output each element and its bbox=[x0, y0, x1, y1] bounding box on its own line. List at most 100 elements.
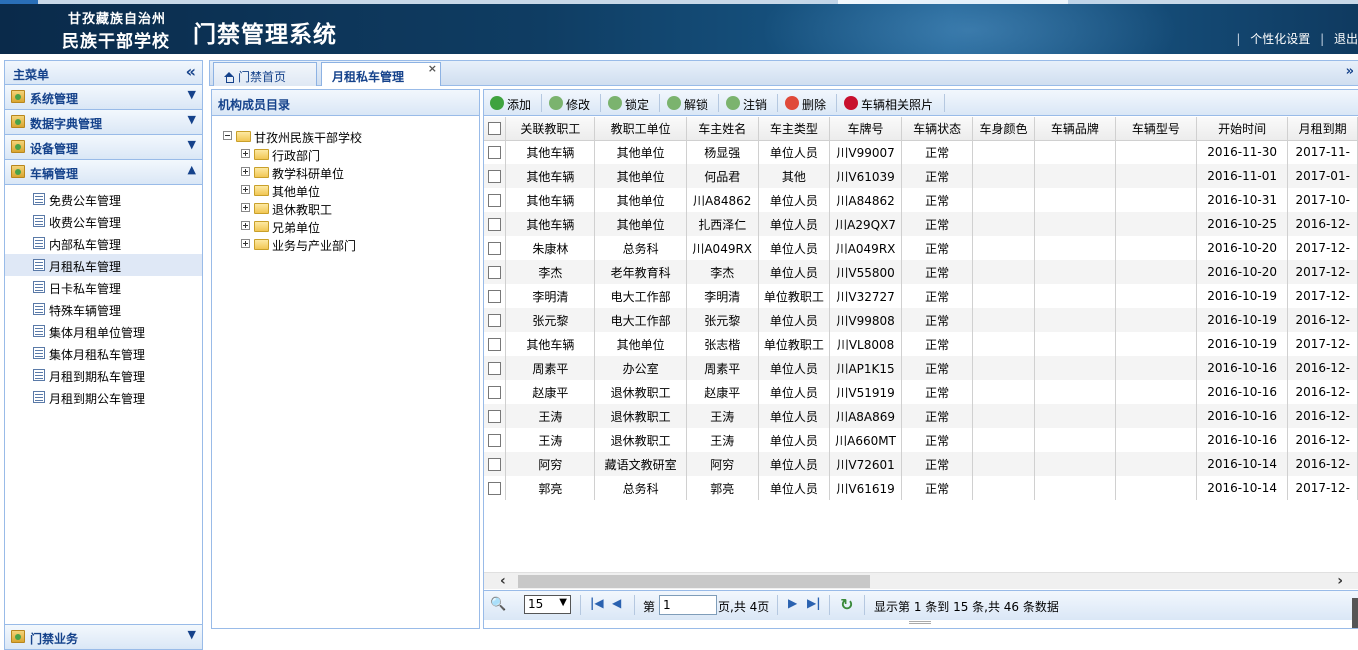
tree-node[interactable]: 退休教职工 bbox=[241, 200, 421, 218]
expand-icon[interactable] bbox=[241, 185, 250, 194]
horizontal-scrollbar[interactable]: ‹ › bbox=[484, 572, 1358, 589]
table-row[interactable]: 朱康林 总务科 川A049RX 单位人员 川A049RX 正常 2016-10-20 2017… bbox=[484, 236, 1358, 260]
column-header[interactable]: 月租到期 bbox=[1287, 117, 1358, 141]
row-checkbox[interactable] bbox=[484, 212, 507, 236]
table-row[interactable]: 李明清 电大工作部 李明清 单位教职工 川V32727 正常 2016-10-19 2017-… bbox=[484, 284, 1358, 308]
search-icon[interactable]: 🔍 bbox=[490, 597, 506, 612]
close-icon[interactable]: × bbox=[428, 62, 437, 75]
row-checkbox[interactable] bbox=[484, 260, 507, 284]
page-number-input[interactable]: 1 bbox=[659, 595, 717, 615]
row-checkbox[interactable] bbox=[484, 140, 507, 164]
next-page-icon[interactable]: ▶ bbox=[788, 596, 797, 610]
sidebar-item-daily-private-car[interactable]: 日卡私车管理 bbox=[5, 276, 202, 298]
row-checkbox[interactable] bbox=[484, 308, 507, 332]
tree-node[interactable]: 其他单位 bbox=[241, 182, 421, 200]
vehicle-photos-button[interactable]: 车辆相关照片 bbox=[844, 94, 933, 112]
collapse-icon[interactable] bbox=[223, 131, 232, 140]
sidebar-item-special-vehicle[interactable]: 特殊车辆管理 bbox=[5, 298, 202, 320]
table-row[interactable]: 赵康平 退休教职工 赵康平 单位人员 川V51919 正常 2016-10-16 2016-1… bbox=[484, 380, 1358, 404]
tree-node[interactable]: 行政部门 bbox=[241, 146, 421, 164]
column-header[interactable]: 车辆品牌 bbox=[1034, 117, 1116, 141]
scroll-left-icon[interactable]: ‹ bbox=[500, 573, 506, 589]
column-header[interactable]: 关联教职工 bbox=[505, 117, 596, 141]
sidebar-item-expired-private-car[interactable]: 月租到期私车管理 bbox=[5, 364, 202, 386]
expand-icon[interactable] bbox=[241, 239, 250, 248]
table-row[interactable]: 其他车辆 其他单位 扎西泽仁 单位人员 川A29QX7 正常 2016-10-25 2016-… bbox=[484, 212, 1358, 236]
table-row[interactable]: 阿穷 藏语文教研室 阿穷 单位人员 川V72601 正常 2016-10-14 2016-12… bbox=[484, 452, 1358, 476]
tab-home[interactable]: 门禁首页 bbox=[213, 62, 317, 86]
column-header[interactable]: 车辆型号 bbox=[1115, 117, 1197, 141]
lock-button[interactable]: 锁定 bbox=[608, 94, 649, 112]
row-checkbox[interactable] bbox=[484, 236, 507, 260]
row-checkbox[interactable] bbox=[484, 356, 507, 380]
tab-monthly-private-car[interactable]: 月租私车管理 × bbox=[321, 62, 441, 86]
row-checkbox[interactable] bbox=[484, 476, 507, 500]
row-checkbox[interactable] bbox=[484, 284, 507, 308]
tree-node[interactable]: 业务与产业部门 bbox=[241, 236, 421, 254]
panel-splitter[interactable] bbox=[909, 621, 931, 624]
sidebar-item-group-monthly-private-car[interactable]: 集体月租私车管理 bbox=[5, 342, 202, 364]
table-row[interactable]: 其他车辆 其他单位 何品君 其他 川V61039 正常 2016-11-01 2017-01- bbox=[484, 164, 1358, 188]
column-header[interactable]: 车牌号 bbox=[829, 117, 902, 141]
prev-page-icon[interactable]: ◀ bbox=[612, 596, 621, 610]
column-header[interactable]: 开始时间 bbox=[1196, 117, 1289, 141]
table-row[interactable]: 王涛 退休教职工 王涛 单位人员 川A660MT 正常 2016-10-16 2016-12- bbox=[484, 428, 1358, 452]
scroll-right-icon[interactable]: › bbox=[1337, 573, 1343, 589]
menu-system-management[interactable]: 系统管理 ▼ bbox=[5, 85, 202, 110]
row-checkbox[interactable] bbox=[484, 452, 507, 476]
menu-access-business[interactable]: 门禁业务 ▼ bbox=[5, 624, 202, 649]
expand-icon[interactable] bbox=[241, 221, 250, 230]
menu-device-management[interactable]: 设备管理 ▼ bbox=[5, 135, 202, 160]
row-checkbox[interactable] bbox=[484, 428, 507, 452]
last-page-icon[interactable]: ▶| bbox=[807, 596, 821, 610]
expand-icon[interactable] bbox=[241, 149, 250, 158]
tree-node-root[interactable]: 甘孜州民族干部学校 bbox=[223, 128, 423, 146]
scrollbar-thumb[interactable] bbox=[518, 575, 870, 588]
sidebar-item-group-monthly-unit[interactable]: 集体月租单位管理 bbox=[5, 320, 202, 342]
tab-scroll-icon[interactable]: » bbox=[1346, 64, 1354, 79]
table-row[interactable]: 王涛 退休教职工 王涛 单位人员 川A8A869 正常 2016-10-16 2016-12- bbox=[484, 404, 1358, 428]
sidebar-item-expired-public-car[interactable]: 月租到期公车管理 bbox=[5, 386, 202, 408]
column-header[interactable]: 教职工单位 bbox=[594, 117, 687, 141]
logout-link[interactable]: 退出 bbox=[1334, 32, 1358, 46]
unlock-button[interactable]: 解锁 bbox=[667, 94, 708, 112]
page-size-select[interactable]: 15 ▼ bbox=[524, 595, 571, 614]
table-row[interactable]: 其他车辆 其他单位 川A84862 单位人员 川A84862 正常 2016-10-31 20… bbox=[484, 188, 1358, 212]
column-header[interactable]: 车辆状态 bbox=[901, 117, 974, 141]
sidebar-item-free-public-car[interactable]: 免费公车管理 bbox=[5, 188, 202, 210]
sidebar-item-monthly-private-car[interactable]: 月租私车管理 bbox=[5, 254, 202, 276]
row-checkbox[interactable] bbox=[484, 380, 507, 404]
table-row[interactable]: 周素平 办公室 周素平 单位人员 川AP1K15 正常 2016-10-16 2016-12- bbox=[484, 356, 1358, 380]
row-checkbox[interactable] bbox=[484, 332, 507, 356]
table-row[interactable]: 郭亮 总务科 郭亮 单位人员 川V61619 正常 2016-10-14 2017-12- bbox=[484, 476, 1358, 500]
sidebar-item-paid-public-car[interactable]: 收费公车管理 bbox=[5, 210, 202, 232]
page-scrollbar[interactable] bbox=[1352, 598, 1358, 628]
menu-dictionary-management[interactable]: 数据字典管理 ▼ bbox=[5, 110, 202, 135]
cancel-registration-button[interactable]: 注销 bbox=[726, 94, 767, 112]
table-row[interactable]: 张元黎 电大工作部 张元黎 单位人员 川V99808 正常 2016-10-19 2016-1… bbox=[484, 308, 1358, 332]
personal-settings-link[interactable]: 个性化设置 bbox=[1250, 32, 1310, 46]
row-checkbox[interactable] bbox=[484, 188, 507, 212]
table-row[interactable]: 李杰 老年教育科 李杰 单位人员 川V55800 正常 2016-10-20 2017-12- bbox=[484, 260, 1358, 284]
document-icon bbox=[33, 237, 45, 249]
delete-button[interactable]: 删除 bbox=[785, 94, 826, 112]
tree-node[interactable]: 教学科研单位 bbox=[241, 164, 421, 182]
refresh-icon[interactable]: ↻ bbox=[840, 595, 853, 614]
expand-icon[interactable] bbox=[241, 167, 250, 176]
sidebar-item-internal-private-car[interactable]: 内部私车管理 bbox=[5, 232, 202, 254]
table-row[interactable]: 其他车辆 其他单位 张志楷 单位教职工 川VL8008 正常 2016-10-19 2017-… bbox=[484, 332, 1358, 356]
column-header[interactable]: 车主类型 bbox=[758, 117, 831, 141]
collapse-left-icon[interactable]: « bbox=[186, 62, 196, 81]
select-all-checkbox[interactable] bbox=[484, 117, 507, 141]
column-header[interactable]: 车主姓名 bbox=[686, 117, 759, 141]
row-checkbox[interactable] bbox=[484, 404, 507, 428]
tree-node[interactable]: 兄弟单位 bbox=[241, 218, 421, 236]
menu-vehicle-management[interactable]: 车辆管理 ▲ bbox=[5, 160, 202, 185]
table-row[interactable]: 其他车辆 其他单位 杨显强 单位人员 川V99007 正常 2016-11-30 2017-1… bbox=[484, 140, 1358, 164]
add-button[interactable]: 添加 bbox=[490, 94, 531, 112]
first-page-icon[interactable]: |◀ bbox=[590, 596, 604, 610]
edit-button[interactable]: 修改 bbox=[549, 94, 590, 112]
column-header[interactable]: 车身颜色 bbox=[972, 117, 1035, 141]
expand-icon[interactable] bbox=[241, 203, 250, 212]
row-checkbox[interactable] bbox=[484, 164, 507, 188]
